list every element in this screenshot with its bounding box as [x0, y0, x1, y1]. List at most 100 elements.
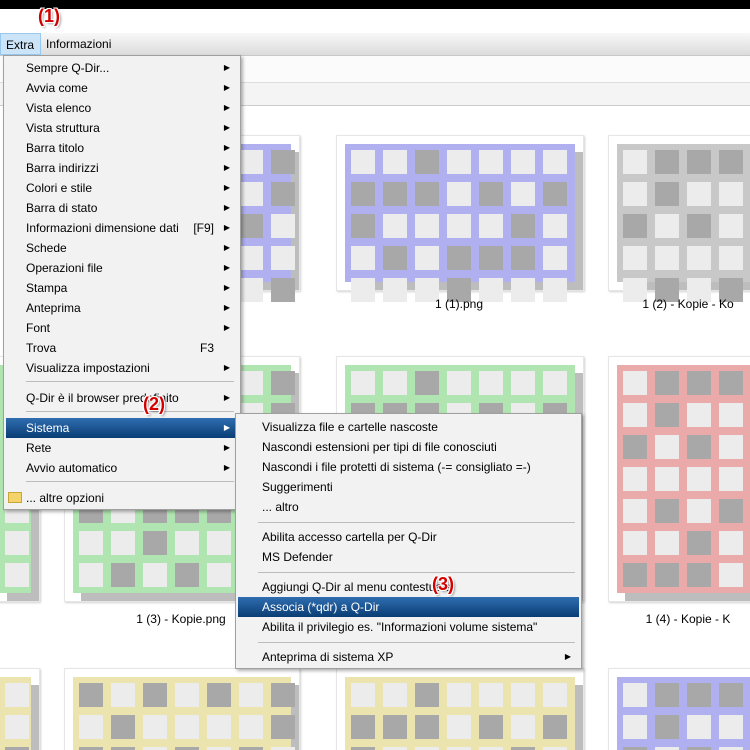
preview-cell: [447, 150, 471, 174]
submenu-item[interactable]: ... altro: [238, 497, 579, 517]
file-name-label: 1 (4) - Kopie - K: [645, 612, 731, 626]
menu-item[interactable]: Visualizza impostazioni ▶: [6, 358, 238, 378]
submenu-arrow-icon: ▶: [223, 63, 230, 72]
menu-item-label: Sempre Q-Dir...: [26, 61, 110, 75]
sistema-submenu: Visualizza file e cartelle nascoste Nasco…: [235, 413, 582, 669]
submenu-item[interactable]: Nascondi i file protetti di sistema (-= …: [238, 457, 579, 477]
preview-cell: [415, 214, 439, 238]
menu-item[interactable]: Sempre Q-Dir... ▶: [6, 58, 238, 78]
preview-cell: [383, 214, 407, 238]
menu-item-label: Rete: [26, 441, 52, 455]
preview-cell: [239, 246, 263, 270]
preview-cell: [719, 467, 743, 491]
menu-item[interactable]: Stampa ▶: [6, 278, 238, 298]
preview-cell: [175, 715, 199, 739]
submenu-item-label: Nascondi estensioni per tipi di file con…: [262, 440, 497, 454]
menu-item[interactable]: Colori e stile ▶: [6, 178, 238, 198]
menu-item[interactable]: Sistema ▶: [6, 418, 238, 438]
menu-item-label: Sistema: [26, 421, 70, 435]
preview-cell: [719, 563, 743, 587]
preview-cell: [687, 435, 711, 459]
file-thumbnail[interactable]: [608, 356, 750, 602]
file-thumbnail[interactable]: [608, 135, 750, 302]
submenu-item[interactable]: Visualizza file e cartelle nascoste: [238, 417, 579, 437]
file-thumbnail[interactable]: [336, 135, 584, 302]
file-name-label: 1 (1).png: [434, 297, 484, 311]
menu-item[interactable]: Vista elenco ▶: [6, 98, 238, 118]
preview-cell: [207, 531, 231, 555]
preview-cell: [239, 150, 263, 174]
submenu-arrow-icon: ▶: [223, 423, 230, 432]
menu-extra[interactable]: Extra: [0, 33, 41, 55]
preview-cell: [351, 182, 375, 206]
window-title-bar: [0, 0, 750, 9]
image-preview: [345, 144, 575, 302]
submenu-item[interactable]: Anteprima di sistema XP ▶: [238, 647, 579, 667]
preview-cell: [415, 150, 439, 174]
file-thumbnail[interactable]: [336, 668, 584, 750]
menu-item[interactable]: Barra titolo ▶: [6, 138, 238, 158]
menu-item[interactable]: Font ▶: [6, 318, 238, 338]
preview-cell: [479, 683, 503, 707]
preview-cell: [687, 371, 711, 395]
file-thumbnail[interactable]: [64, 668, 300, 750]
preview-cell: [383, 182, 407, 206]
menu-item[interactable]: Avvia come ▶: [6, 78, 238, 98]
preview-cell: [719, 150, 743, 174]
preview-cell: [239, 683, 263, 707]
submenu-arrow-icon: ▶: [223, 123, 230, 132]
submenu-item[interactable]: Nascondi estensioni per tipi di file con…: [238, 437, 579, 457]
menu-separator: [258, 522, 575, 523]
menu-item-label: Vista elenco: [26, 101, 92, 115]
file-thumbnail[interactable]: [608, 668, 750, 750]
menu-item[interactable]: Rete ▶: [6, 438, 238, 458]
preview-cell: [5, 563, 29, 587]
menu-item[interactable]: Schede ▶: [6, 238, 238, 258]
submenu-arrow-icon: ▶: [223, 463, 230, 472]
menu-item-label: Stampa: [26, 281, 68, 295]
menu-item[interactable]: Anteprima ▶: [6, 298, 238, 318]
preview-cell: [479, 150, 503, 174]
submenu-item[interactable]: MS Defender: [238, 547, 579, 567]
submenu-arrow-icon: ▶: [223, 263, 230, 272]
preview-cell: [719, 499, 743, 523]
preview-cell: [271, 715, 295, 739]
menu-item[interactable]: Vista struttura ▶: [6, 118, 238, 138]
file-thumbnail[interactable]: [0, 668, 40, 750]
menu-item-label: ... altre opzioni: [26, 491, 105, 505]
submenu-arrow-icon: ▶: [223, 163, 230, 172]
submenu-item[interactable]: Abilita il privilegio es. "Informazioni …: [238, 617, 579, 637]
submenu-item[interactable]: Abilita accesso cartella per Q-Dir: [238, 527, 579, 547]
preview-cell: [623, 150, 647, 174]
menu-item-label: Avvia come: [26, 81, 88, 95]
menu-item-label: Vista struttura: [26, 121, 100, 135]
annotation-2: (2): [143, 394, 165, 414]
preview-cell: [623, 467, 647, 491]
menu-item[interactable]: Informazioni dimensione dati [F9] ▶: [6, 218, 238, 238]
menu-item[interactable]: Avvio automatico ▶: [6, 458, 238, 478]
preview-cell: [239, 214, 263, 238]
submenu-arrow-icon: ▶: [223, 363, 230, 372]
menu-item[interactable]: Operazioni file ▶: [6, 258, 238, 278]
preview-cell: [143, 563, 167, 587]
menu-item[interactable]: Barra indirizzi ▶: [6, 158, 238, 178]
submenu-item[interactable]: Aggiungi Q-Dir al menu contestuale: [238, 577, 579, 597]
preview-cell: [543, 214, 567, 238]
menu-item[interactable]: Trova F3: [6, 338, 238, 358]
submenu-item[interactable]: Associa (*qdr) a Q-Dir: [238, 597, 579, 617]
menu-item-shortcut: [F9]: [193, 221, 214, 235]
menu-informazioni[interactable]: Informazioni: [41, 33, 116, 55]
preview-cell: [351, 715, 375, 739]
preview-cell: [239, 371, 263, 395]
menu-item[interactable]: Q-Dir è il browser predefinito ▶: [6, 388, 238, 408]
preview-cell: [479, 182, 503, 206]
menu-item-label: Barra indirizzi: [26, 161, 99, 175]
preview-cell: [655, 246, 679, 270]
preview-cell: [5, 531, 29, 555]
preview-cell: [511, 715, 535, 739]
preview-cell: [719, 371, 743, 395]
preview-cell: [5, 683, 29, 707]
menu-item[interactable]: ... altre opzioni: [6, 488, 238, 508]
submenu-item[interactable]: Suggerimenti: [238, 477, 579, 497]
menu-item[interactable]: Barra di stato ▶: [6, 198, 238, 218]
